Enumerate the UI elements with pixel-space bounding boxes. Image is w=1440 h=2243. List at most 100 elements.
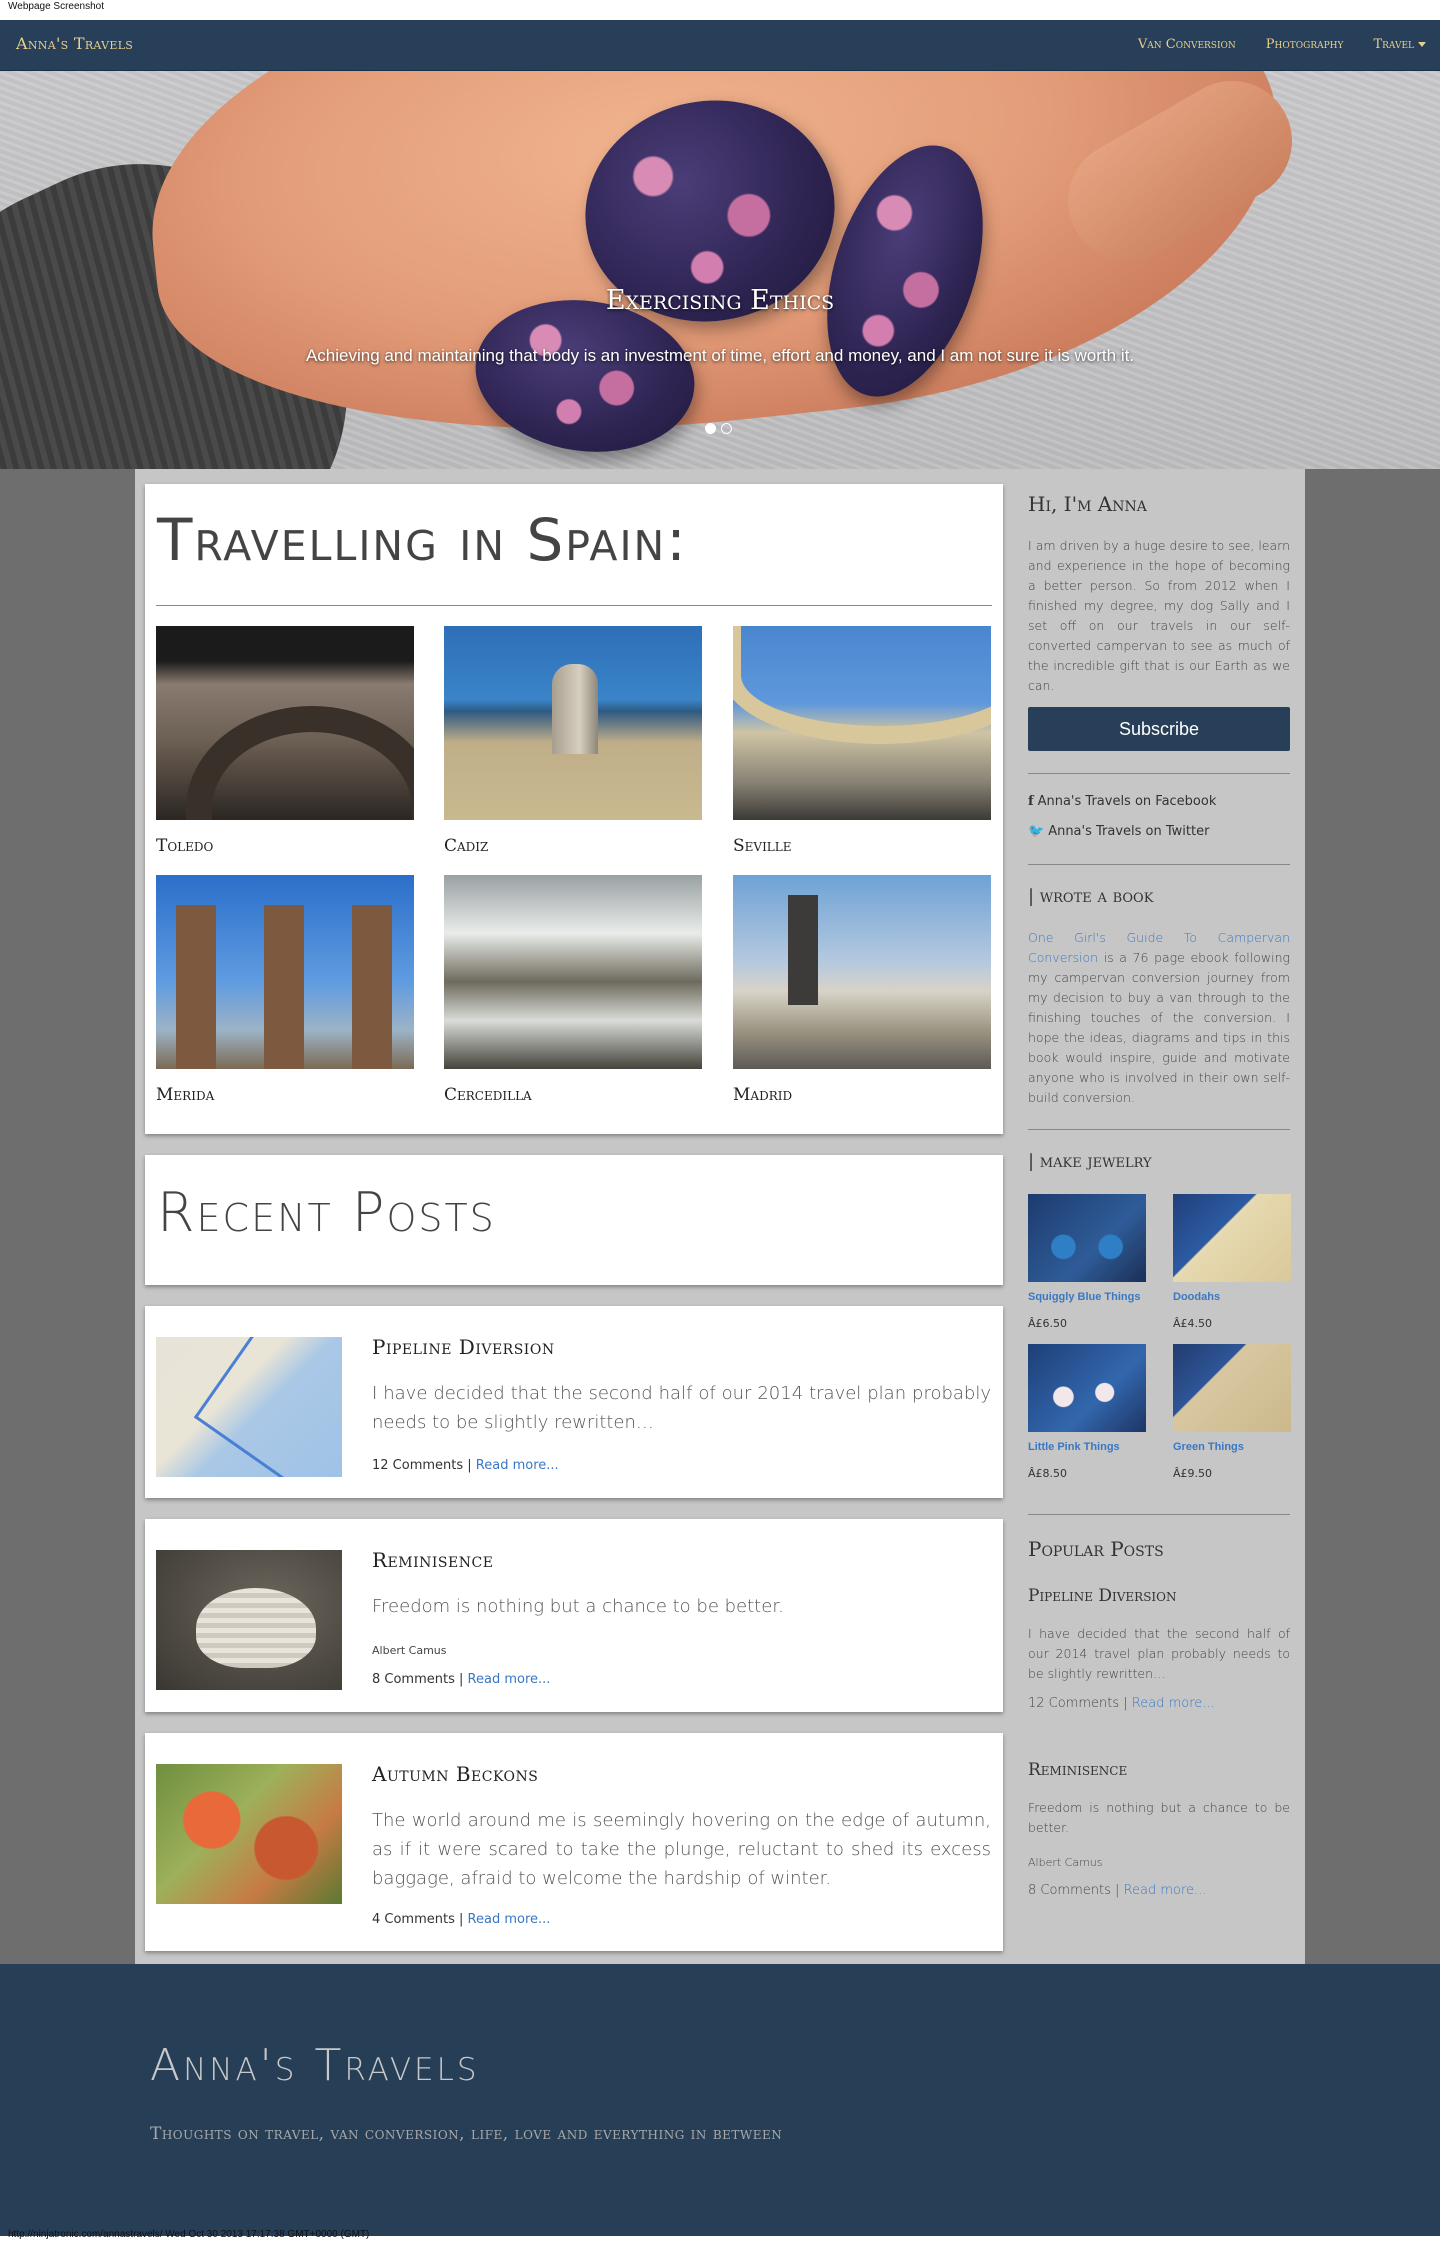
caret-down-icon (1418, 42, 1426, 47)
popular-post-meta: 12 Comments | Read more... (1028, 1696, 1215, 1711)
jewelry-photo[interactable] (1173, 1344, 1291, 1432)
post-thumbnail[interactable] (156, 1764, 342, 1904)
carousel-dot-1[interactable] (705, 423, 716, 434)
city-tile-madrid[interactable]: Madrid (733, 875, 991, 1105)
post-thumbnail[interactable] (156, 1337, 342, 1477)
seville-photo[interactable] (733, 626, 991, 820)
read-more-link[interactable]: Read more... (468, 1672, 551, 1687)
popular-post-comments[interactable]: 12 Comments (1028, 1696, 1119, 1711)
twitter-link[interactable]: 🐦 Anna's Travels on Twitter (1028, 824, 1209, 839)
hero-carousel[interactable]: Exercising Ethics Achieving and maintain… (0, 71, 1440, 469)
city-name[interactable]: Merida (156, 1085, 414, 1105)
post-card: Reminisence Freedom is nothing but a cha… (145, 1519, 1003, 1712)
hero-title[interactable]: Exercising Ethics (0, 285, 1440, 316)
post-title[interactable]: Reminisence (372, 1548, 493, 1572)
post-meta: 8 Comments | Read more... (372, 1672, 551, 1687)
popular-post-title[interactable]: Pipeline Diversion (1028, 1586, 1177, 1606)
popular-post-author: Albert Camus (1028, 1856, 1103, 1869)
jewelry-price: Â£8.50 (1028, 1467, 1068, 1480)
popular-post-excerpt: I have decided that the second half of o… (1028, 1626, 1290, 1681)
jewelry-title: | make jewelry (1028, 1151, 1152, 1172)
jewelry-photo[interactable] (1173, 1194, 1291, 1282)
post-thumbnail[interactable] (156, 1550, 342, 1690)
nav-van-conversion[interactable]: Van Conversion (1138, 37, 1236, 52)
post-title[interactable]: Autumn Beckons (372, 1762, 538, 1786)
popular-post-title[interactable]: Reminisence (1028, 1760, 1127, 1780)
jewelry-name[interactable]: Little Pink Things (1028, 1441, 1146, 1453)
screenshot-label: Webpage Screenshot (8, 1, 104, 12)
recent-posts-header: Recent Posts (145, 1155, 1003, 1285)
sidebar-divider (1028, 864, 1290, 865)
post-excerpt: Freedom is nothing but a chance to be be… (372, 1596, 784, 1617)
city-tile-merida[interactable]: Merida (156, 875, 414, 1105)
jewelry-name[interactable]: Squiggly Blue Things (1028, 1291, 1146, 1303)
read-more-link[interactable]: Read more... (468, 1912, 551, 1927)
post-author: Albert Camus (372, 1644, 447, 1657)
brand-link[interactable]: Anna's Travels (16, 34, 133, 53)
jewelry-photo[interactable] (1028, 1344, 1146, 1432)
recent-posts-title: Recent Posts (157, 1181, 496, 1244)
jewelry-price: Â£6.50 (1028, 1317, 1068, 1330)
post-card: Pipeline Diversion I have decided that t… (145, 1306, 1003, 1498)
city-tile-cercedilla[interactable]: Cercedilla (444, 875, 702, 1105)
footer-title: Anna's Travels (150, 2040, 480, 2091)
post-comments[interactable]: 8 Comments (372, 1672, 455, 1687)
city-tile-seville[interactable]: Seville (733, 626, 991, 856)
jewelry-photo[interactable] (1028, 1194, 1146, 1282)
sidebar-intro-text: I am driven by a huge desire to see, lea… (1028, 538, 1290, 693)
toledo-photo[interactable] (156, 626, 414, 820)
city-name[interactable]: Cercedilla (444, 1085, 702, 1105)
spain-card: Travelling in Spain: Toledo Cadiz Sevill… (145, 484, 1003, 1134)
facebook-link-label: Anna's Travels on Facebook (1037, 794, 1217, 809)
read-more-link[interactable]: Read more... (1132, 1696, 1215, 1711)
popular-post-comments[interactable]: 8 Comments (1028, 1883, 1111, 1898)
jewelry-name[interactable]: Green Things (1173, 1441, 1291, 1453)
jewelry-name[interactable]: Doodahs (1173, 1291, 1291, 1303)
spain-title: Travelling in Spain: (157, 506, 688, 574)
read-more-link[interactable]: Read more... (1124, 1883, 1207, 1898)
book-title: | wrote a book (1028, 886, 1154, 907)
post-comments[interactable]: 12 Comments (372, 1458, 463, 1473)
subscribe-button[interactable]: Subscribe (1028, 707, 1290, 751)
navbar: Anna's Travels Van Conversion Photograph… (0, 20, 1440, 71)
jewelry-price: Â£4.50 (1173, 1317, 1213, 1330)
jewelry-item[interactable]: Doodahs Â£4.50 (1173, 1194, 1291, 1330)
city-tile-toledo[interactable]: Toledo (156, 626, 414, 856)
popular-posts-title: Popular Posts (1028, 1537, 1164, 1561)
jewelry-price: Â£9.50 (1173, 1467, 1213, 1480)
spain-divider (156, 605, 992, 606)
hero-text: Achieving and maintaining that body is a… (305, 346, 1135, 365)
post-title[interactable]: Pipeline Diversion (372, 1335, 555, 1359)
post-comments[interactable]: 4 Comments (372, 1912, 455, 1927)
read-more-link[interactable]: Read more... (476, 1458, 559, 1473)
nav-travel-dropdown[interactable]: Travel (1373, 37, 1426, 52)
merida-photo[interactable] (156, 875, 414, 1069)
nav-photography[interactable]: Photography (1266, 37, 1344, 52)
book-text: is a 76 page ebook following my camperva… (1028, 950, 1290, 1105)
facebook-link[interactable]: f Anna's Travels on Facebook (1028, 794, 1216, 809)
sidebar-divider (1028, 773, 1290, 774)
city-name[interactable]: Toledo (156, 836, 414, 856)
jewelry-item[interactable]: Squiggly Blue Things Â£6.50 (1028, 1194, 1146, 1330)
jewelry-item[interactable]: Little Pink Things Â£8.50 (1028, 1344, 1146, 1480)
cercedilla-photo[interactable] (444, 875, 702, 1069)
city-tile-cadiz[interactable]: Cadiz (444, 626, 702, 856)
city-name[interactable]: Madrid (733, 1085, 991, 1105)
post-card: Autumn Beckons The world around me is se… (145, 1733, 1003, 1951)
facebook-icon: f (1028, 794, 1034, 809)
nav-links: Van Conversion Photography Travel (1138, 37, 1426, 52)
book-description: One Girl's Guide To Campervan Conversion… (1028, 928, 1290, 1108)
cadiz-photo[interactable] (444, 626, 702, 820)
sidebar-divider (1028, 1514, 1290, 1515)
post-excerpt: I have decided that the second half of o… (372, 1383, 991, 1433)
popular-post-meta: 8 Comments | Read more... (1028, 1883, 1207, 1898)
city-name[interactable]: Seville (733, 836, 991, 856)
footer: Anna's Travels Thoughts on travel, van c… (0, 1964, 1440, 2236)
city-name[interactable]: Cadiz (444, 836, 702, 856)
madrid-photo[interactable] (733, 875, 991, 1069)
carousel-dot-2[interactable] (721, 423, 732, 434)
jewelry-item[interactable]: Green Things Â£9.50 (1173, 1344, 1291, 1480)
status-bar: http://ninjatronic.com/annastravels/ Wed… (8, 2229, 370, 2240)
footer-tagline: Thoughts on travel, van conversion, life… (150, 2124, 783, 2144)
nav-travel-label: Travel (1373, 37, 1414, 52)
